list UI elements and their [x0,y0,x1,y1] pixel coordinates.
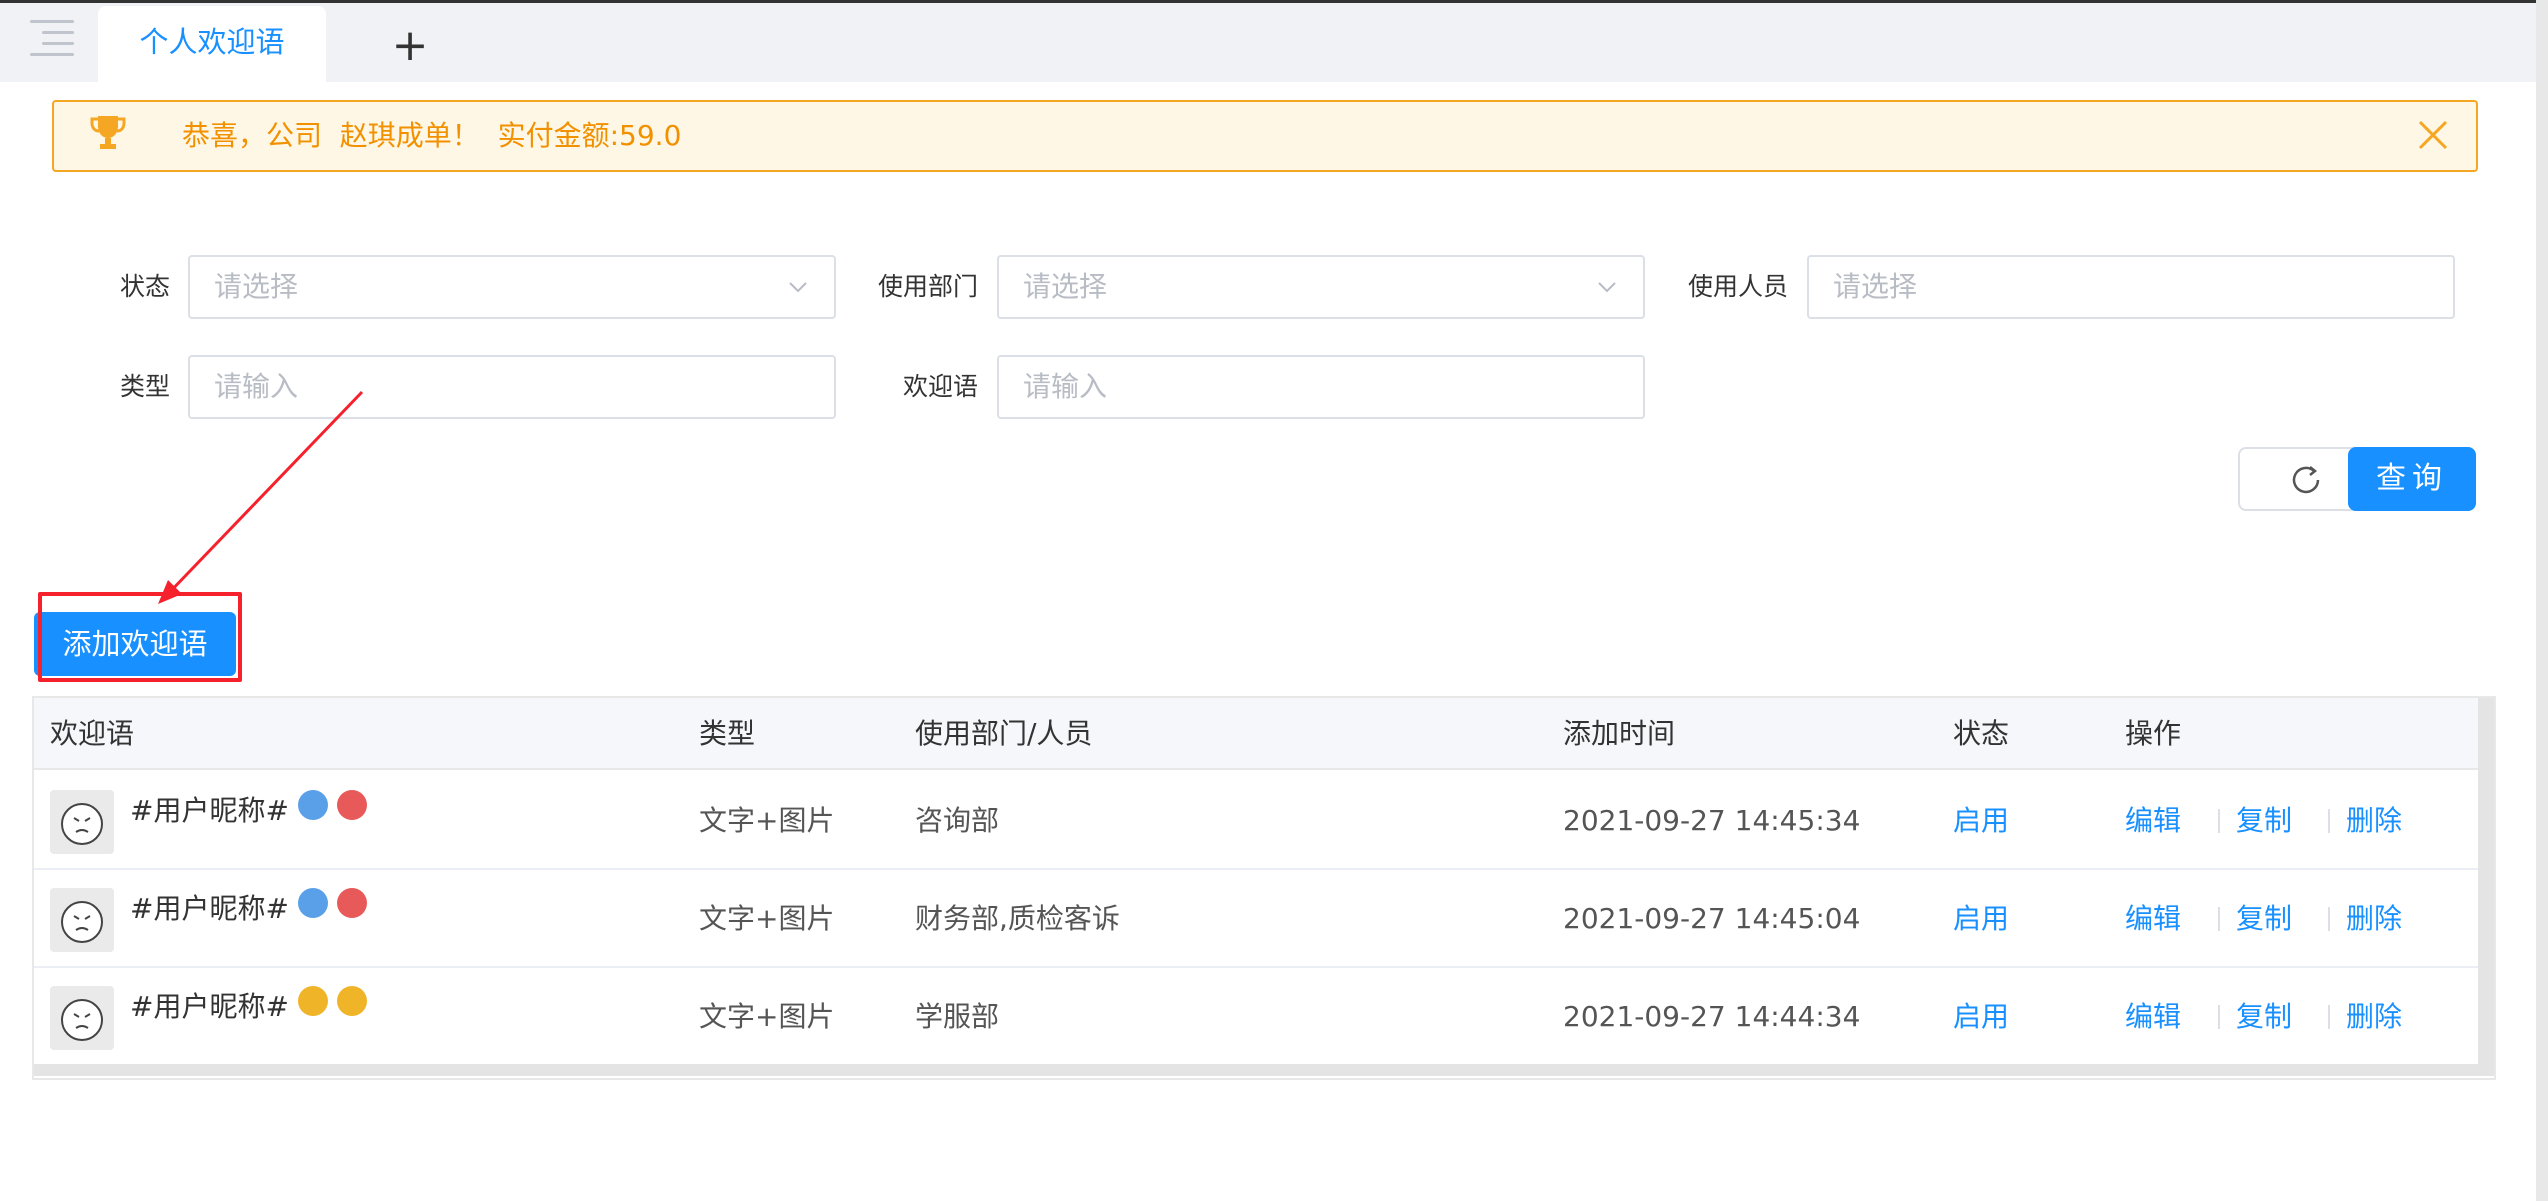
welcome-content: #用户昵称# [130,794,289,827]
table-header [34,698,2478,770]
row-dept: 财务部,质检客诉 [915,902,1120,935]
welcome-text: #用户昵称# [130,790,367,830]
divider [2328,907,2330,931]
status-toggle[interactable]: 启用 [1953,870,2009,968]
divider [2328,809,2330,833]
row-time: 2021-09-27 14:45:34 [1563,804,1861,837]
divider [2328,1005,2330,1029]
table-row [34,968,2478,1066]
welcome-content: #用户昵称# [130,892,289,925]
header-actions: 操作 [2125,717,2182,750]
divider [2218,809,2220,833]
kissing-emoji-icon [336,986,367,1016]
welcome-content: #用户昵称# [130,990,289,1023]
header-type: 类型 [699,717,756,750]
table-row [34,870,2478,968]
header-status: 状态 [1953,717,2010,750]
status-toggle[interactable]: 启用 [1953,968,2009,1066]
row-time: 2021-09-27 14:44:34 [1563,1000,1861,1033]
header-dept: 使用部门/人员 [915,717,1093,750]
cursing-emoji-icon [336,888,367,918]
fearful-emoji-icon [297,790,328,820]
delete-link[interactable]: 删除 [2346,870,2402,968]
header-time: 添加时间 [1563,717,1676,750]
row-type: 文字+图片 [699,1000,835,1033]
avatar [50,790,114,854]
divider [2218,1005,2220,1029]
copy-link[interactable]: 复制 [2236,968,2292,1066]
avatar [50,986,114,1050]
row-dept: 咨询部 [915,804,1000,837]
row-dept: 学服部 [915,1000,1000,1033]
delete-link[interactable]: 删除 [2346,772,2402,870]
delete-link[interactable]: 删除 [2346,968,2402,1066]
status-toggle[interactable]: 启用 [1953,772,2009,870]
table-row [34,772,2478,870]
fearful-emoji-icon [297,888,328,918]
edit-link[interactable]: 编辑 [2125,772,2181,870]
table-horizontal-scrollbar[interactable] [34,1064,2478,1076]
table-vertical-scrollbar[interactable] [2478,698,2494,1076]
avatar [50,888,114,952]
edit-link[interactable]: 编辑 [2125,968,2181,1066]
copy-link[interactable]: 复制 [2236,870,2292,968]
welcome-text: #用户昵称# [130,986,367,1026]
row-time: 2021-09-27 14:45:04 [1563,902,1861,935]
edit-link[interactable]: 编辑 [2125,870,2181,968]
divider [2218,907,2220,931]
row-type: 文字+图片 [699,804,835,837]
row-type: 文字+图片 [699,902,835,935]
copy-link[interactable]: 复制 [2236,772,2292,870]
kissing-emoji-icon [297,986,328,1016]
cursing-emoji-icon [336,790,367,820]
welcome-text: #用户昵称# [130,888,367,928]
header-welcome: 欢迎语 [50,717,135,750]
